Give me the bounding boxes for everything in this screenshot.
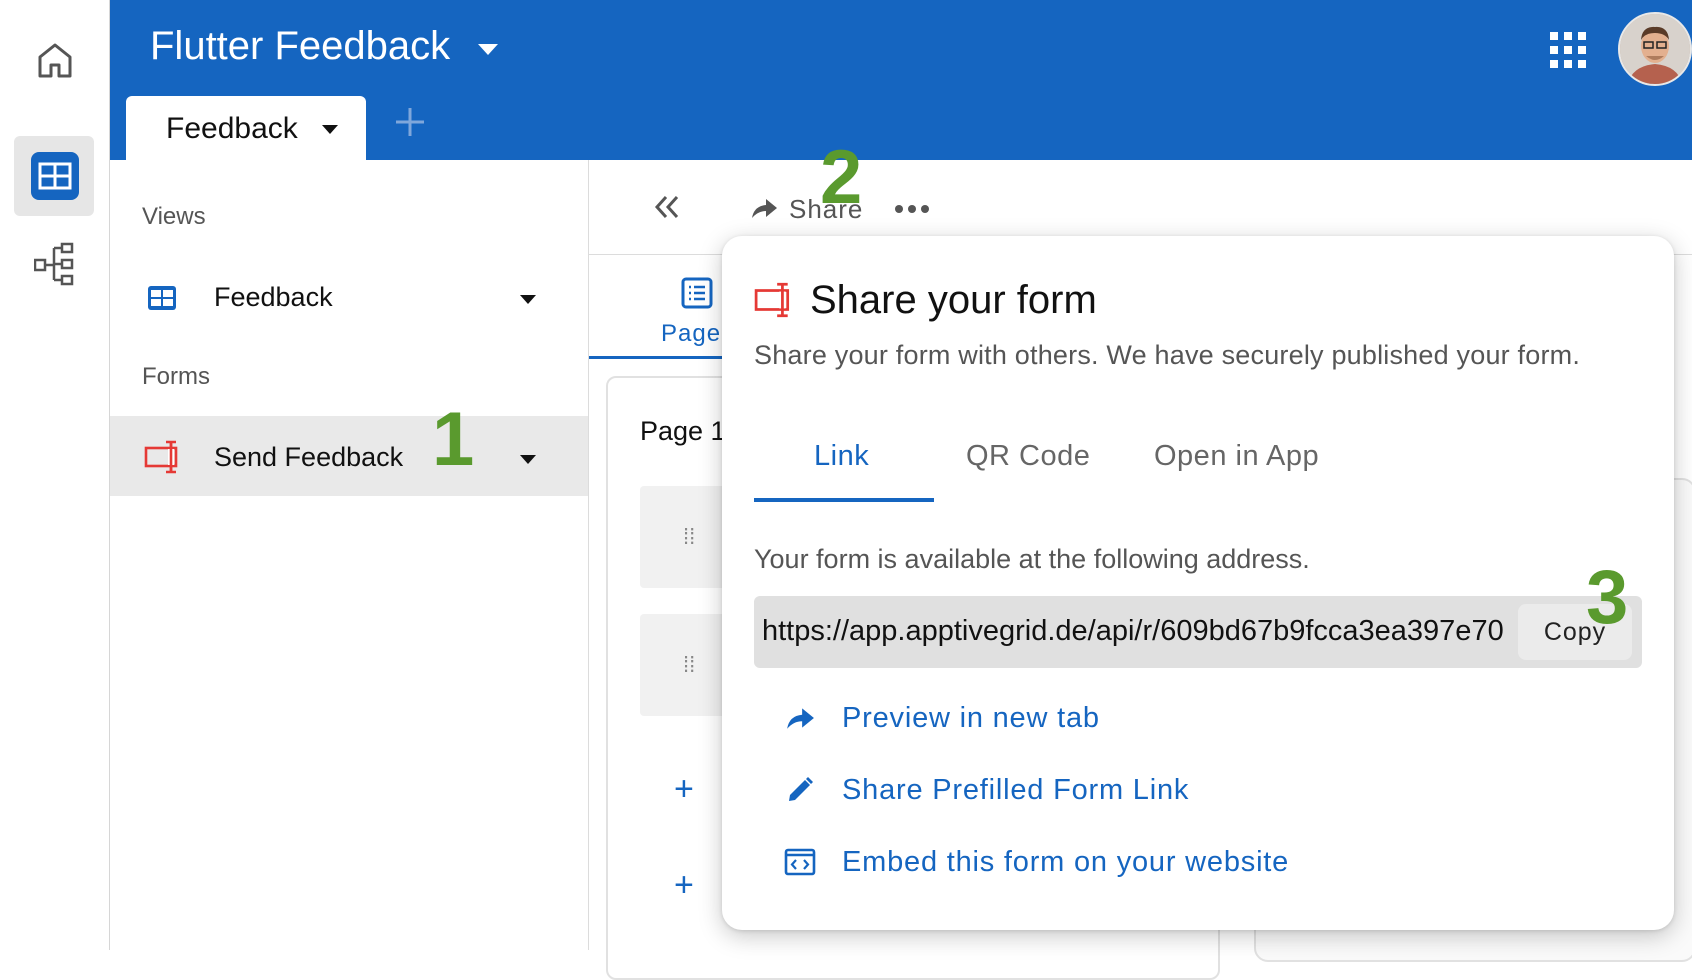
annotation-2: 2 bbox=[820, 135, 863, 220]
grid-icon[interactable] bbox=[0, 136, 109, 216]
tab-underline bbox=[754, 498, 934, 502]
views-section-label: Views bbox=[142, 203, 206, 230]
page-icon[interactable] bbox=[680, 276, 714, 310]
sidebar-item-feedback-view[interactable] bbox=[110, 260, 588, 336]
form-icon bbox=[754, 282, 790, 318]
tab-dropdown-icon[interactable] bbox=[322, 125, 338, 134]
embed-icon bbox=[782, 844, 818, 880]
drag-handle-icon[interactable]: ⁞⁞ bbox=[683, 652, 695, 678]
embed-link[interactable]: Embed this form on your website bbox=[782, 844, 1289, 880]
sidebar-item-label[interactable]: Send Feedback bbox=[214, 442, 403, 473]
popup-title: Share your form bbox=[810, 278, 1097, 322]
address-label: Your form is available at the following … bbox=[754, 544, 1310, 574]
pencil-icon bbox=[782, 772, 818, 808]
apps-grid-icon[interactable] bbox=[1550, 32, 1586, 68]
forms-section-label: Forms bbox=[142, 363, 210, 390]
embed-link-label[interactable]: Embed this form on your website bbox=[842, 846, 1289, 879]
share-arrow-icon bbox=[782, 700, 818, 736]
add-field-icon[interactable]: + bbox=[674, 770, 694, 809]
annotation-1: 1 bbox=[432, 397, 475, 482]
annotation-3: 3 bbox=[1586, 555, 1629, 640]
drag-handle-icon[interactable]: ⁞⁞ bbox=[683, 524, 695, 550]
chevron-down-icon[interactable] bbox=[520, 455, 536, 464]
app-title[interactable]: Flutter Feedback bbox=[150, 24, 450, 69]
share-icon[interactable] bbox=[750, 196, 778, 220]
url-text[interactable]: https://app.apptivegrid.de/api/r/609bd67… bbox=[762, 615, 1518, 648]
tab-qr-code[interactable]: QR Code bbox=[966, 440, 1090, 473]
tab-open-in-app[interactable]: Open in App bbox=[1154, 440, 1319, 473]
title-dropdown-icon[interactable] bbox=[478, 44, 498, 55]
add-field-icon[interactable]: + bbox=[674, 866, 694, 905]
prefill-link[interactable]: Share Prefilled Form Link bbox=[782, 772, 1189, 808]
sidebar-item-label[interactable]: Feedback bbox=[214, 282, 333, 313]
page-title: Page 1 bbox=[640, 416, 726, 446]
left-rail bbox=[0, 0, 110, 950]
tab-page[interactable]: Page bbox=[661, 320, 721, 348]
tree-icon[interactable] bbox=[0, 224, 109, 304]
tab-link[interactable]: Link bbox=[814, 440, 869, 473]
home-icon[interactable] bbox=[0, 22, 109, 98]
tab-feedback-label[interactable]: Feedback bbox=[166, 112, 298, 146]
preview-link-label[interactable]: Preview in new tab bbox=[842, 702, 1100, 735]
preview-link[interactable]: Preview in new tab bbox=[782, 700, 1100, 736]
chevron-down-icon[interactable] bbox=[520, 295, 536, 304]
form-icon bbox=[144, 440, 178, 474]
collapse-sidebar-icon[interactable] bbox=[652, 192, 682, 222]
popup-subtitle: Share your form with others. We have sec… bbox=[754, 340, 1581, 370]
avatar[interactable] bbox=[1618, 12, 1692, 86]
grid-view-icon bbox=[148, 286, 176, 310]
add-tab-icon[interactable] bbox=[392, 104, 428, 140]
tab-underline bbox=[589, 356, 729, 359]
prefill-link-label[interactable]: Share Prefilled Form Link bbox=[842, 774, 1189, 807]
more-icon[interactable] bbox=[894, 204, 930, 214]
